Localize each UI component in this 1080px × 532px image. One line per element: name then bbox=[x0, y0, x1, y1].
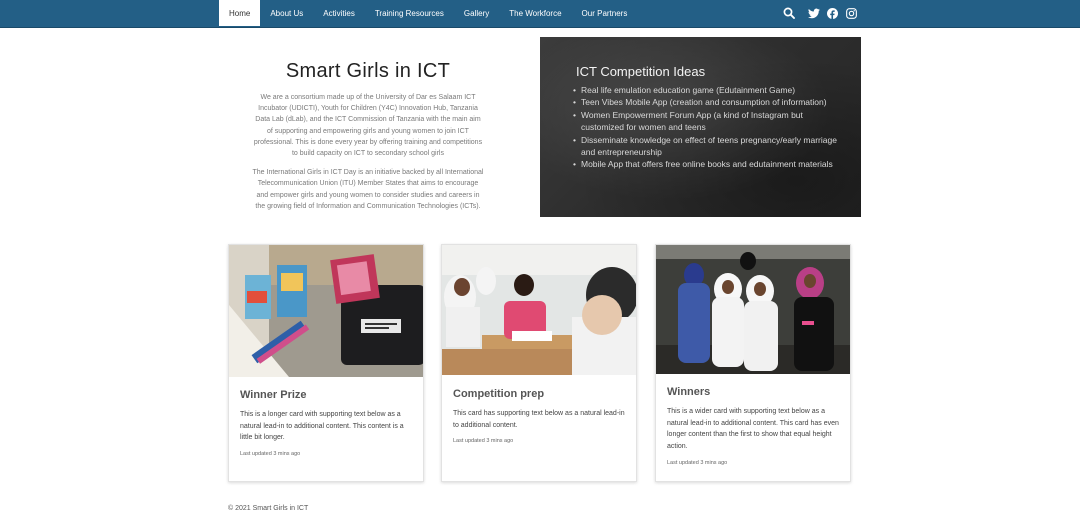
intro-section: Smart Girls in ICT We are a consortium m… bbox=[252, 58, 484, 216]
footer-copyright: © 2021 Smart Girls in ICT bbox=[228, 505, 309, 512]
nav-item-training-resources[interactable]: Training Resources bbox=[365, 0, 454, 27]
nav-item-about-us[interactable]: About Us bbox=[260, 0, 313, 27]
search-icon[interactable] bbox=[782, 6, 795, 20]
idea-item: Disseminate knowledge on effect of teens… bbox=[573, 134, 841, 159]
nav-item-the-workforce[interactable]: The Workforce bbox=[499, 0, 571, 27]
card-title: Winner Prize bbox=[240, 389, 307, 401]
card-text: This card has supporting text below as a… bbox=[453, 410, 625, 429]
card-image-winners bbox=[656, 245, 850, 374]
ideas-list: Real life emulation education game (Edut… bbox=[573, 84, 841, 171]
card-image-prizes bbox=[229, 245, 423, 377]
idea-item: Women Empowerment Forum App (a kind of I… bbox=[573, 109, 841, 134]
nav-item-gallery[interactable]: Gallery bbox=[454, 0, 499, 27]
winners-photo bbox=[656, 245, 850, 374]
nav-links: Home About Us Activities Training Resour… bbox=[219, 0, 637, 27]
card-meta: Last updated 3 mins ago bbox=[667, 460, 728, 466]
card-competition-prep: Competition prep This card has supportin… bbox=[441, 244, 637, 482]
card-winners: Winners This is a wider card with suppor… bbox=[655, 244, 851, 482]
nav-item-home[interactable]: Home bbox=[219, 0, 261, 26]
card-body: Winner Prize This is a longer card with … bbox=[229, 388, 423, 457]
classroom-photo bbox=[442, 245, 636, 375]
board-title: ICT Competition Ideas bbox=[576, 64, 706, 79]
idea-item: Real life emulation education game (Edut… bbox=[573, 84, 841, 97]
navbar: Home About Us Activities Training Resour… bbox=[0, 0, 1080, 28]
twitter-icon[interactable] bbox=[807, 6, 820, 20]
card-body: Competition prep This card has supportin… bbox=[442, 387, 636, 444]
card-title: Competition prep bbox=[453, 388, 545, 400]
competition-ideas-board: ICT Competition Ideas Real life emulatio… bbox=[540, 37, 861, 217]
card-text: This is a wider card with supporting tex… bbox=[667, 408, 839, 450]
idea-item: Teen Vibes Mobile App (creation and cons… bbox=[573, 96, 841, 109]
nav-item-our-partners[interactable]: Our Partners bbox=[572, 0, 638, 27]
card-body: Winners This is a wider card with suppor… bbox=[656, 385, 850, 466]
nav-item-activities[interactable]: Activities bbox=[313, 0, 365, 27]
card-winner-prize: Winner Prize This is a longer card with … bbox=[228, 244, 424, 482]
card-title: Winners bbox=[667, 386, 711, 398]
intro-paragraph: We are a consortium made up of the Unive… bbox=[253, 94, 483, 158]
card-image-classroom bbox=[442, 245, 636, 375]
idea-item: Mobile App that offers free online books… bbox=[573, 158, 841, 171]
facebook-icon[interactable] bbox=[826, 6, 839, 20]
card-meta: Last updated 3 mins ago bbox=[453, 438, 514, 444]
card-meta: Last updated 3 mins ago bbox=[240, 450, 301, 457]
intro-paragraph: The International Girls in ICT Day is an… bbox=[252, 169, 484, 210]
card-text: This is a longer card with supporting te… bbox=[240, 411, 404, 441]
instagram-icon[interactable] bbox=[845, 6, 858, 20]
prizes-photo bbox=[229, 245, 423, 377]
nav-icons bbox=[782, 6, 858, 20]
page-title: Smart Girls in ICT bbox=[285, 60, 451, 82]
